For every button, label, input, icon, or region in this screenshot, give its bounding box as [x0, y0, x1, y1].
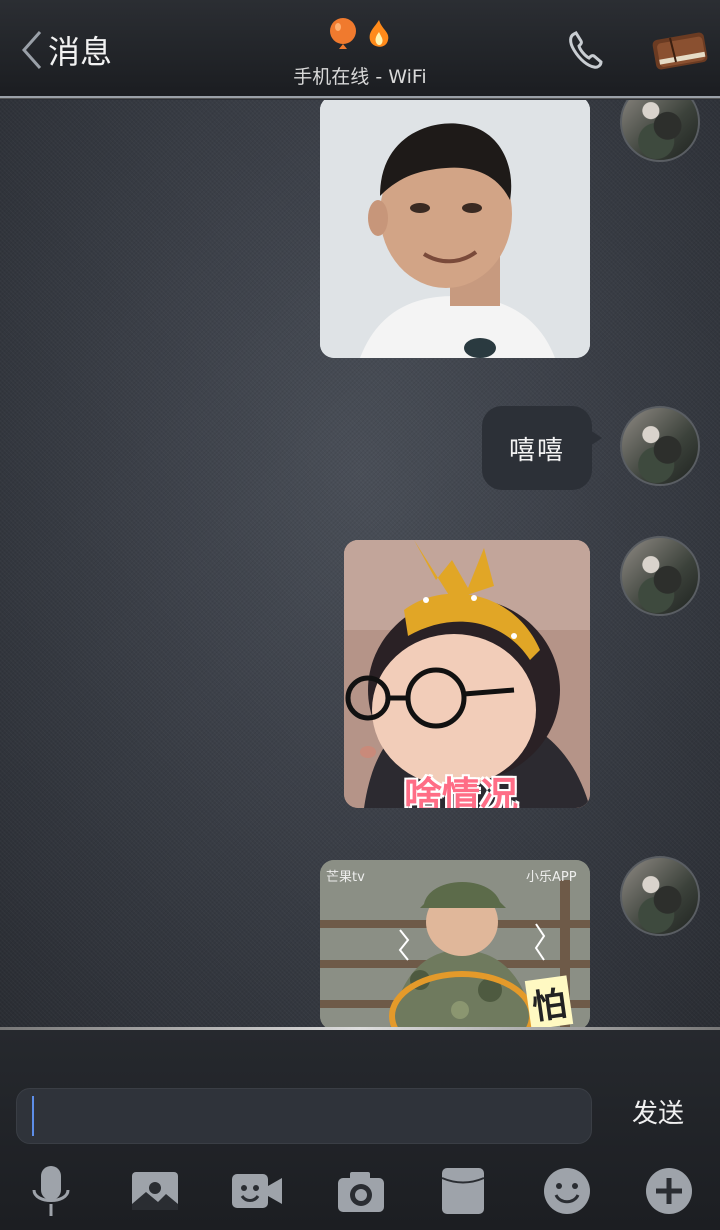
chat-history-book-icon[interactable] — [648, 26, 712, 74]
text-caret — [32, 1096, 34, 1136]
phone-icon[interactable] — [566, 28, 606, 72]
microphone-icon[interactable] — [24, 1164, 78, 1218]
message-text: 嘻嘻 — [508, 435, 565, 466]
balloon-icon — [330, 18, 356, 49]
video-icon[interactable] — [230, 1164, 284, 1218]
back-label: 消息 — [48, 33, 113, 71]
online-status: 手机在线 - WiFi — [293, 66, 427, 88]
text-message-2[interactable]: 嘻嘻 — [482, 406, 602, 490]
emoji-icon[interactable] — [540, 1164, 594, 1218]
self-avatar[interactable] — [620, 406, 700, 486]
back-button[interactable]: 消息 — [18, 28, 112, 72]
picture-icon[interactable] — [128, 1164, 182, 1218]
image-caption: 啥情况 — [404, 774, 519, 808]
card-icon[interactable] — [436, 1164, 490, 1218]
self-avatar[interactable] — [620, 100, 700, 162]
contact-status: 手机在线 - WiFi — [260, 18, 460, 89]
chat-header: 消息 手机在线 - WiFi — [0, 0, 720, 98]
photo-man-smiling — [320, 100, 590, 358]
self-avatar[interactable] — [620, 856, 700, 936]
self-avatar[interactable] — [620, 536, 700, 616]
image-caption: 怕 — [524, 975, 574, 1028]
image-message-1[interactable] — [320, 100, 590, 358]
camera-icon[interactable] — [334, 1164, 388, 1218]
image-message-3[interactable]: 啥情况 — [344, 540, 590, 808]
chevron-left-icon — [21, 31, 42, 69]
chat-area[interactable]: 嘻嘻 啥情况 芒果tv 小乐APP 怕 — [0, 100, 720, 1028]
flame-icon — [369, 20, 389, 47]
image-message-4[interactable]: 芒果tv 小乐APP 怕 — [320, 860, 590, 1028]
composer-bar: 发送 — [0, 1030, 720, 1230]
plus-icon[interactable] — [642, 1164, 696, 1218]
watermark-right: 小乐APP — [526, 870, 577, 885]
message-input[interactable] — [16, 1088, 592, 1144]
watermark-left: 芒果tv — [326, 870, 365, 885]
send-button[interactable]: 发送 — [618, 1094, 698, 1134]
